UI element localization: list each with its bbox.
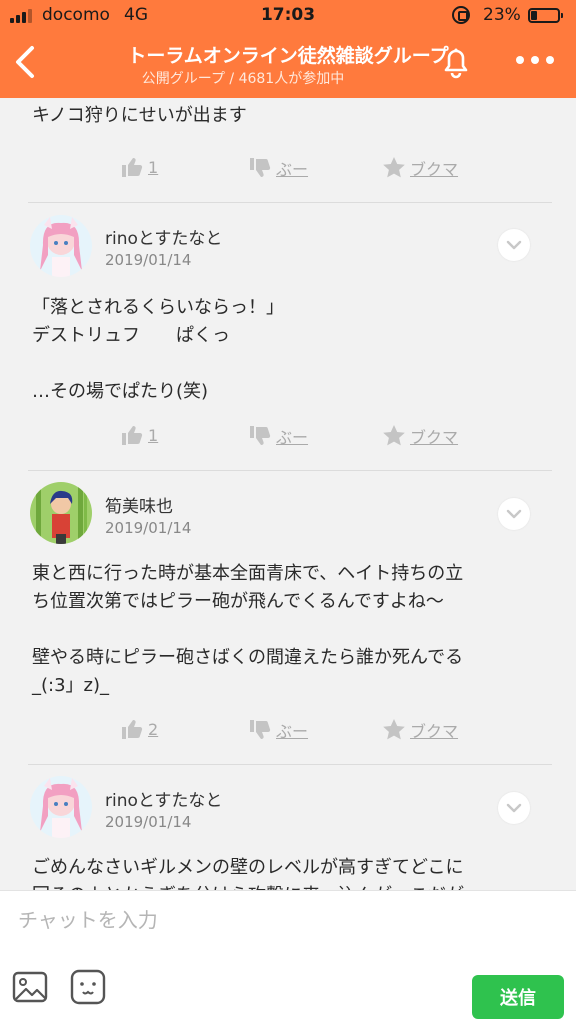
sticker-button[interactable] bbox=[70, 969, 106, 1005]
orientation-lock-icon bbox=[452, 6, 470, 24]
sticker-face-icon bbox=[70, 969, 106, 1005]
battery-icon bbox=[528, 8, 563, 23]
message-menu-button[interactable] bbox=[498, 498, 530, 530]
send-button[interactable]: 送信 bbox=[472, 975, 564, 1019]
message-text: ごめんなさいギルメンの壁のレベルが高すぎてどこに 回るのよとかうぎを分けら攻撃に… bbox=[32, 857, 464, 890]
message-feed[interactable]: キノコ狩りにせいが出ます 1 ぶー ブクマ rinoとすたなと 2019/01/… bbox=[0, 98, 576, 890]
message-actions: 1 ぶー ブクマ bbox=[0, 156, 576, 190]
chevron-down-icon bbox=[506, 803, 522, 813]
bell-icon bbox=[444, 48, 468, 79]
more-button[interactable] bbox=[516, 56, 556, 70]
thumbs-up-icon bbox=[122, 158, 143, 177]
bookmark-button[interactable]: ブクマ bbox=[382, 156, 458, 180]
thumbs-up-icon bbox=[122, 720, 143, 739]
post-date: 2019/01/14 bbox=[105, 519, 192, 537]
more-dots-icon bbox=[516, 56, 524, 64]
thumbs-down-icon bbox=[250, 158, 271, 177]
star-icon bbox=[383, 719, 405, 740]
author-name[interactable]: rinoとすたなと bbox=[105, 224, 222, 249]
message-text: 「落とされるくらいならっ！」 デストリュフ ぱくっ …その場でぱたり(笑) bbox=[32, 297, 284, 402]
post-date: 2019/01/14 bbox=[105, 813, 192, 831]
group-header: トーラムオンライン徒然雑談グループ 公開グループ / 4681人が参加中 bbox=[0, 30, 576, 98]
bookmark-button[interactable]: ブクマ bbox=[382, 424, 458, 448]
like-button[interactable]: 1 bbox=[120, 156, 158, 178]
chevron-down-icon bbox=[506, 240, 522, 250]
chevron-down-icon bbox=[506, 509, 522, 519]
group-title[interactable]: トーラムオンライン徒然雑談グループ bbox=[0, 41, 576, 68]
message-actions: 2 ぶー ブクマ bbox=[0, 718, 576, 752]
image-icon bbox=[12, 971, 48, 1003]
chat-input[interactable] bbox=[18, 905, 498, 935]
star-icon bbox=[383, 157, 405, 178]
avatar[interactable] bbox=[30, 215, 92, 277]
bookmark-button[interactable]: ブクマ bbox=[382, 718, 458, 742]
bad-button[interactable]: ぶー bbox=[248, 718, 308, 742]
image-button[interactable] bbox=[12, 969, 48, 1005]
divider bbox=[28, 470, 552, 471]
star-icon bbox=[383, 425, 405, 446]
battery-percent: 23% bbox=[483, 5, 521, 25]
message-menu-button[interactable] bbox=[498, 229, 530, 261]
avatar[interactable] bbox=[30, 482, 92, 544]
notification-button[interactable] bbox=[438, 44, 474, 80]
avatar[interactable] bbox=[30, 776, 92, 838]
message-text: 東と西に行った時が基本全面青床で、ヘイト持ちの立 ち位置次第ではピラー砲が飛んで… bbox=[32, 563, 464, 696]
status-bar: docomo 4G 17:03 23% bbox=[0, 0, 576, 30]
thumbs-down-icon bbox=[250, 426, 271, 445]
thumbs-down-icon bbox=[250, 720, 271, 739]
like-button[interactable]: 2 bbox=[120, 718, 158, 740]
author-name[interactable]: 筍美味也 bbox=[105, 492, 173, 517]
message-menu-button[interactable] bbox=[498, 792, 530, 824]
post-date: 2019/01/14 bbox=[105, 251, 192, 269]
message-actions: 1 ぶー ブクマ bbox=[0, 424, 576, 458]
bad-button[interactable]: ぶー bbox=[248, 156, 308, 180]
thumbs-up-icon bbox=[122, 426, 143, 445]
like-button[interactable]: 1 bbox=[120, 424, 158, 446]
divider bbox=[28, 202, 552, 203]
author-name[interactable]: rinoとすたなと bbox=[105, 786, 222, 811]
group-subtitle: 公開グループ / 4681人が参加中 bbox=[141, 71, 345, 87]
message-text: キノコ狩りにせいが出ます bbox=[32, 105, 247, 126]
bad-button[interactable]: ぶー bbox=[248, 424, 308, 448]
divider bbox=[28, 764, 552, 765]
